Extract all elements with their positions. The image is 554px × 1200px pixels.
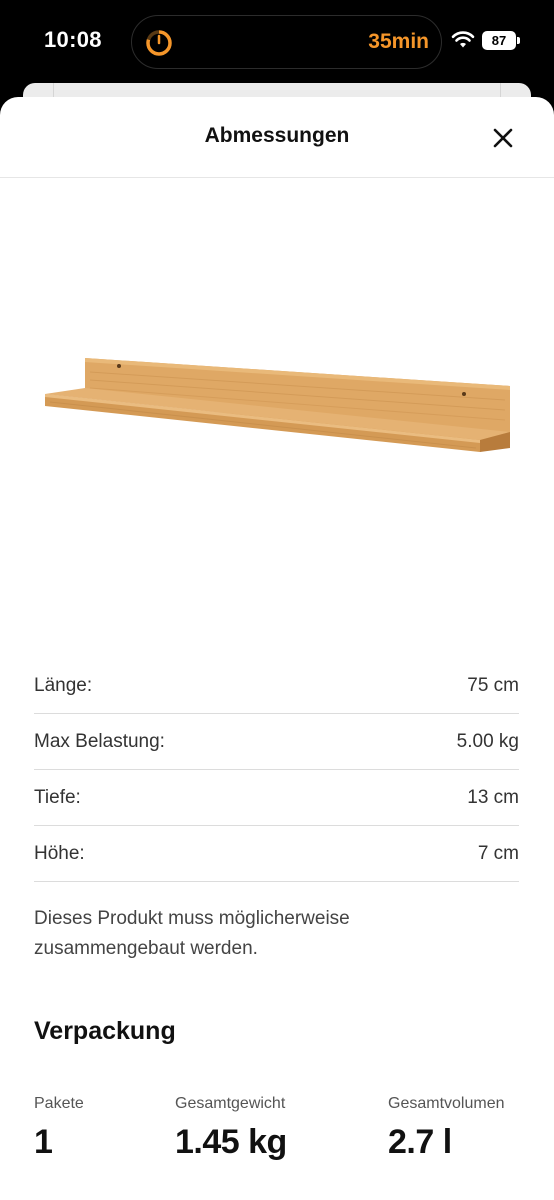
wifi-icon: [451, 31, 475, 48]
dimension-value: 13 cm: [467, 786, 519, 808]
product-image: [45, 358, 510, 452]
dimensions-list: Länge: 75 cm Max Belastung: 5.00 kg Tief…: [34, 658, 519, 882]
packaging-packages: Pakete 1: [34, 1095, 84, 1162]
dimension-label: Max Belastung:: [34, 730, 165, 752]
dimension-value: 5.00 kg: [456, 730, 519, 752]
assembly-note: Dieses Produkt muss möglicherweise zusam…: [34, 908, 350, 959]
dimension-label: Tiefe:: [34, 786, 81, 808]
status-time: 10:08: [44, 27, 102, 52]
packaging-label: Gesamtgewicht: [175, 1095, 286, 1112]
dimension-value: 7 cm: [477, 842, 519, 864]
dimension-row-depth: Tiefe: 13 cm: [34, 770, 519, 826]
dimension-label: Länge:: [34, 674, 93, 696]
dynamic-island[interactable]: 35min: [131, 15, 442, 69]
packaging-label: Gesamtvolumen: [388, 1095, 505, 1112]
close-button[interactable]: [484, 119, 522, 157]
close-icon: [493, 128, 513, 148]
sheet-title: Abmessungen: [204, 124, 350, 147]
timer-icon: [146, 30, 172, 56]
timer-text: 35min: [368, 30, 429, 53]
packaging-total-weight: Gesamtgewicht 1.45 kg: [175, 1095, 287, 1162]
packaging-value: 1: [34, 1123, 53, 1161]
sheet-header: Abmessungen: [0, 97, 554, 178]
packaging-total-volume: Gesamtvolumen 2.7 l: [388, 1095, 505, 1162]
packaging-value: 1.45 kg: [175, 1123, 287, 1161]
dimension-row-max-load: Max Belastung: 5.00 kg: [34, 714, 519, 770]
status-bar: 10:08 35min 87: [0, 0, 554, 84]
battery-icon: 87: [482, 31, 516, 50]
dimension-row-length: Länge: 75 cm: [34, 658, 519, 714]
packaging-value: 2.7 l: [388, 1123, 452, 1161]
dimension-label: Höhe:: [34, 842, 85, 864]
dimension-row-height: Höhe: 7 cm: [34, 826, 519, 882]
packaging-label: Pakete: [34, 1095, 84, 1112]
packaging-title: Verpackung: [34, 1017, 176, 1045]
dimension-value: 75 cm: [467, 674, 519, 696]
dimensions-sheet: Abmessungen Länge: 75 cm Max Belastung: …: [0, 97, 554, 1200]
battery-nub: [517, 37, 520, 44]
